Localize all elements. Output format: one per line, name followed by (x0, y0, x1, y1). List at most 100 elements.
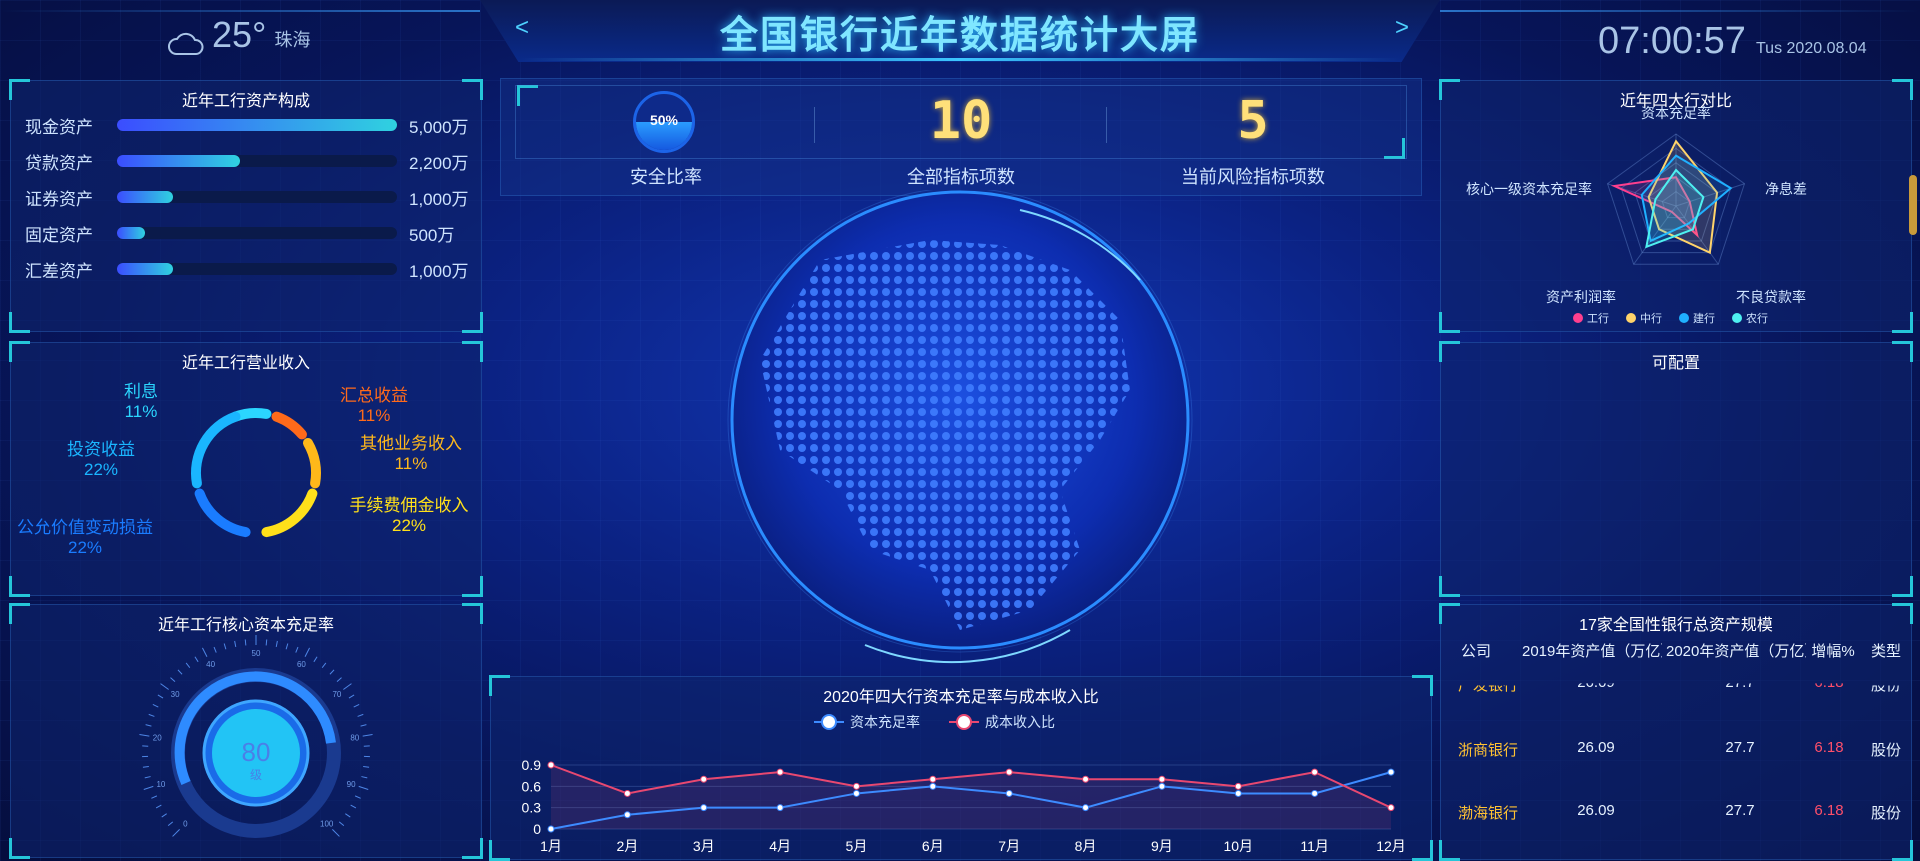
gauge-tick (151, 795, 158, 799)
asset-panel: 近年工行资产构成 现金资产 5,000万 贷款资产 2,200万 证券资产 1,000万固… (9, 79, 483, 333)
gauge-tick (148, 713, 155, 717)
globe-graphic (727, 190, 1193, 664)
x-tick-label: 1月 (540, 838, 562, 854)
asset-value: 1,000万 (409, 189, 469, 209)
gauge-tick (332, 829, 340, 837)
data-point (776, 804, 784, 812)
gauge-tick-label: 10 (156, 780, 165, 789)
asset-value: 5,000万 (409, 117, 469, 137)
table-cell: 浙商银行 (1458, 742, 1519, 759)
data-point (1158, 775, 1166, 783)
clock: 07:00:57 (1598, 20, 1746, 62)
cloud-icon (168, 32, 204, 55)
asset-track (117, 227, 397, 239)
line-chart-panel: 2020年四大行资本充足率与成本收入比 0 0.3 0.6 0.9 1月 2月 3月 4月 5月… (489, 675, 1433, 861)
gauge-tick (343, 683, 352, 690)
donut-percent: 11% (358, 406, 391, 425)
x-tick-label: 4月 (769, 838, 791, 854)
gauge-tick-label: 50 (252, 649, 261, 658)
table-cell: 渤海银行 (1458, 805, 1519, 822)
gauge-tick-label: 20 (153, 733, 162, 742)
donut-segment (194, 488, 251, 538)
gauge-panel: 近年工行核心资本充足率 0 10 20 30 40 50 60 70 80 90 100 80 级 (9, 603, 483, 859)
gauge-tick (177, 669, 183, 675)
x-tick-label: 7月 (998, 838, 1020, 854)
asset-value: 2,200万 (409, 153, 469, 173)
prev-arrow-button[interactable]: < (515, 14, 529, 42)
asset-bar (117, 227, 145, 239)
asset-bar (117, 191, 173, 203)
gauge-value: 80 (242, 737, 271, 767)
x-tick-label: 11月 (1300, 838, 1329, 854)
gauge-tick (354, 795, 361, 799)
asset-value: 500万 (409, 225, 455, 245)
donut-percent: 22% (68, 538, 102, 557)
gauge-tick (362, 734, 373, 737)
data-point (776, 768, 784, 776)
next-arrow-button[interactable]: > (1395, 14, 1409, 42)
data-point (547, 825, 555, 833)
asset-value: 1,000万 (409, 261, 469, 281)
x-tick-label: 5月 (846, 838, 868, 854)
gauge-unit: 级 (250, 768, 262, 782)
scrollbar-thumb[interactable] (1909, 175, 1917, 235)
x-tick-label: 3月 (693, 838, 715, 854)
table-cell: 股份 (1870, 742, 1901, 759)
risk-count-value: 5 (1237, 91, 1269, 151)
asset-label: 证券资产 (25, 189, 93, 209)
x-tick-label: 12月 (1376, 838, 1406, 854)
legend-marker (1679, 313, 1689, 323)
gauge-tick (338, 821, 345, 827)
asset-track (117, 263, 397, 275)
total-label: 全部指标项数 (907, 167, 1015, 187)
y-tick-label: 0.6 (522, 778, 542, 794)
gauge-tick (265, 639, 268, 646)
table-header: 公司 (1461, 643, 1492, 660)
data-point (623, 811, 631, 819)
data-point (1311, 768, 1319, 776)
donut-percent: 22% (84, 460, 118, 479)
gauge-tick (358, 785, 369, 790)
panel-title: 近年工行资产构成 (181, 93, 310, 110)
data-point (700, 804, 708, 812)
gauge-tick (185, 662, 191, 668)
table-cell: 26.09 (1577, 739, 1615, 756)
gauge-tick (336, 677, 342, 682)
gauge-tick (275, 640, 278, 648)
city: 珠海 (274, 30, 311, 50)
data-point (623, 789, 631, 797)
legend-label: 建行 (1693, 311, 1715, 325)
donut-percent: 22% (392, 516, 426, 535)
data-point (1234, 782, 1242, 790)
data-point (1387, 804, 1395, 812)
radar-indicator: 净息差 (1765, 181, 1807, 197)
x-tick-label: 6月 (922, 838, 944, 854)
table-cell: 股份 (1870, 805, 1901, 822)
data-point (929, 782, 937, 790)
donut-segment (302, 438, 321, 489)
table-header: 类型 (1870, 643, 1901, 660)
radar-indicator: 资本充足率 (1641, 105, 1711, 121)
donut-segment (191, 411, 241, 489)
risk-label: 当前风险指标项数 (1181, 167, 1325, 187)
gauge-tick (321, 662, 327, 668)
gauge-tick (155, 804, 162, 809)
gauge-tick (304, 647, 311, 657)
asset-row: 汇差资产 1,000万 (25, 259, 469, 281)
legend-marker (956, 714, 972, 730)
donut-label: 汇总收益 (340, 386, 408, 405)
x-tick-label: 9月 (1151, 838, 1173, 854)
gauge-tick (142, 766, 149, 768)
donut-percent: 11% (395, 454, 428, 473)
donut-segment (261, 488, 318, 538)
radar-panel: 近年四大行对比 资本充足率 净息差 不良贷款率 资产利润率 核心一级资本充足率 工行 中行建… (1439, 79, 1913, 333)
gauge-tick (160, 683, 169, 690)
gauge-tick (157, 694, 164, 699)
legend-label: 资本充足率 (850, 714, 920, 730)
gauge-tick (201, 647, 208, 657)
gauge-tick (213, 646, 217, 653)
data-point (852, 782, 860, 790)
gauge-tick-label: 100 (320, 820, 334, 829)
asset-row: 证券资产 1,000万 (25, 187, 469, 209)
config-panel: 可配置 (1439, 341, 1913, 597)
